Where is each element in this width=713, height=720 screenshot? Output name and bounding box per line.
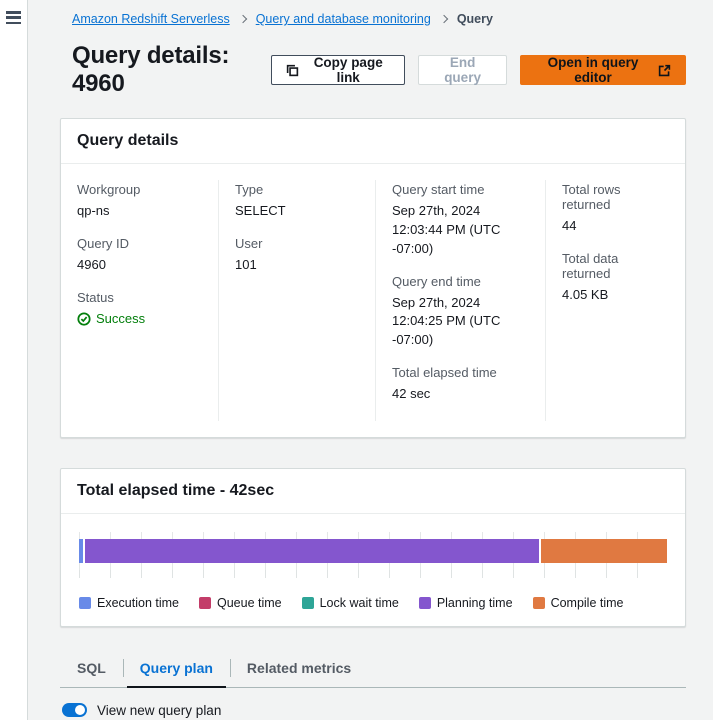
elapsed-time-card-title: Total elapsed time - 42sec: [61, 469, 685, 514]
user-value: 101: [235, 256, 359, 275]
details-column-2: Type SELECT User 101: [218, 180, 375, 421]
field-label: Total rows returned: [562, 182, 669, 212]
field-label: Query ID: [77, 236, 202, 251]
field-label: User: [235, 236, 359, 251]
field-label: Total data returned: [562, 251, 669, 281]
legend-item-execution-time: Execution time: [79, 596, 179, 610]
query-details-card-title: Query details: [61, 119, 685, 164]
page-title: Query details: 4960: [72, 42, 271, 98]
field-label: Type: [235, 182, 359, 197]
main-content: Amazon Redshift Serverless Query and dat…: [28, 0, 713, 720]
tab-sql[interactable]: SQL: [60, 651, 123, 687]
title-actions: Copy page link End query Open in query e…: [271, 55, 686, 85]
bar-segment-compile-time: [541, 539, 667, 563]
details-column-1: Workgroup qp-ns Query ID 4960 Status Succe…: [61, 180, 218, 421]
field-label: Status: [77, 290, 202, 305]
copy-icon: [286, 64, 299, 77]
field-label: Query end time: [392, 274, 529, 289]
workgroup-value: qp-ns: [77, 202, 202, 221]
view-new-query-plan-toggle[interactable]: [62, 703, 87, 717]
legend-item-compile-time: Compile time: [533, 596, 624, 610]
query-details-card: Query details Workgroup qp-ns Query ID 496…: [60, 118, 686, 438]
chart-plot-area: [79, 532, 667, 578]
breadcrumb-current: Query: [457, 12, 493, 26]
legend-item-queue-time: Queue time: [199, 596, 282, 610]
legend-swatch-icon: [419, 597, 431, 609]
field-label: Total elapsed time: [392, 365, 529, 380]
tab-related-metrics[interactable]: Related metrics: [230, 651, 368, 687]
detail-tabs: SQL Query plan Related metrics: [60, 651, 686, 688]
toggle-label: View new query plan: [97, 703, 221, 718]
collapsed-sidebar: [0, 0, 28, 720]
total-rows-returned-value: 44: [562, 217, 669, 236]
page-header: Amazon Redshift Serverless Query and dat…: [60, 12, 686, 98]
open-in-query-editor-button[interactable]: Open in query editor: [520, 55, 686, 85]
legend-item-lock-wait-time: Lock wait time: [302, 596, 399, 610]
legend-swatch-icon: [199, 597, 211, 609]
elapsed-time-card: Total elapsed time - 42sec Execution tim…: [60, 468, 686, 627]
legend-label: Lock wait time: [320, 596, 399, 610]
breadcrumb-link-redshift-serverless[interactable]: Amazon Redshift Serverless: [72, 12, 230, 26]
query-id-value: 4960: [77, 256, 202, 275]
legend-label: Queue time: [217, 596, 282, 610]
bar-segment-planning-time: [85, 539, 541, 563]
tab-query-plan[interactable]: Query plan: [123, 651, 230, 687]
external-link-icon: [658, 64, 671, 77]
legend-swatch-icon: [79, 597, 91, 609]
legend-swatch-icon: [302, 597, 314, 609]
chart-legend: Execution time Queue time Lock wait time Pl…: [79, 596, 667, 610]
legend-item-planning-time: Planning time: [419, 596, 513, 610]
chart-axis-ticks: [79, 570, 667, 578]
breadcrumb: Amazon Redshift Serverless Query and dat…: [72, 12, 686, 26]
breadcrumb-link-query-monitoring[interactable]: Query and database monitoring: [256, 12, 431, 26]
type-value: SELECT: [235, 202, 359, 221]
query-details-grid: Workgroup qp-ns Query ID 4960 Status Succe…: [61, 164, 685, 437]
end-query-button[interactable]: End query: [418, 55, 507, 85]
legend-swatch-icon: [533, 597, 545, 609]
query-end-time-value: Sep 27th, 2024 12:04:25 PM (UTC -07:00): [392, 294, 529, 351]
breadcrumb-separator-icon: [440, 15, 448, 23]
total-data-returned-value: 4.05 KB: [562, 286, 669, 305]
total-elapsed-time-value: 42 sec: [392, 385, 529, 404]
legend-label: Compile time: [551, 596, 624, 610]
legend-label: Execution time: [97, 596, 179, 610]
elapsed-time-chart: Execution time Queue time Lock wait time Pl…: [61, 514, 685, 626]
field-label: Workgroup: [77, 182, 202, 197]
query-start-time-value: Sep 27th, 2024 12:03:44 PM (UTC -07:00): [392, 202, 529, 259]
field-label: Query start time: [392, 182, 529, 197]
menu-icon[interactable]: [6, 11, 21, 24]
breadcrumb-separator-icon: [238, 15, 246, 23]
copy-page-link-button[interactable]: Copy page link: [271, 55, 405, 85]
details-column-3: Query start time Sep 27th, 2024 12:03:44 …: [375, 180, 545, 421]
details-column-4: Total rows returned 44 Total data returne…: [545, 180, 685, 421]
query-plan-toggle-row: View new query plan: [60, 703, 686, 718]
elapsed-time-bar: [79, 539, 667, 563]
legend-label: Planning time: [437, 596, 513, 610]
status-badge: Success: [77, 310, 202, 329]
success-check-icon: [77, 312, 91, 326]
